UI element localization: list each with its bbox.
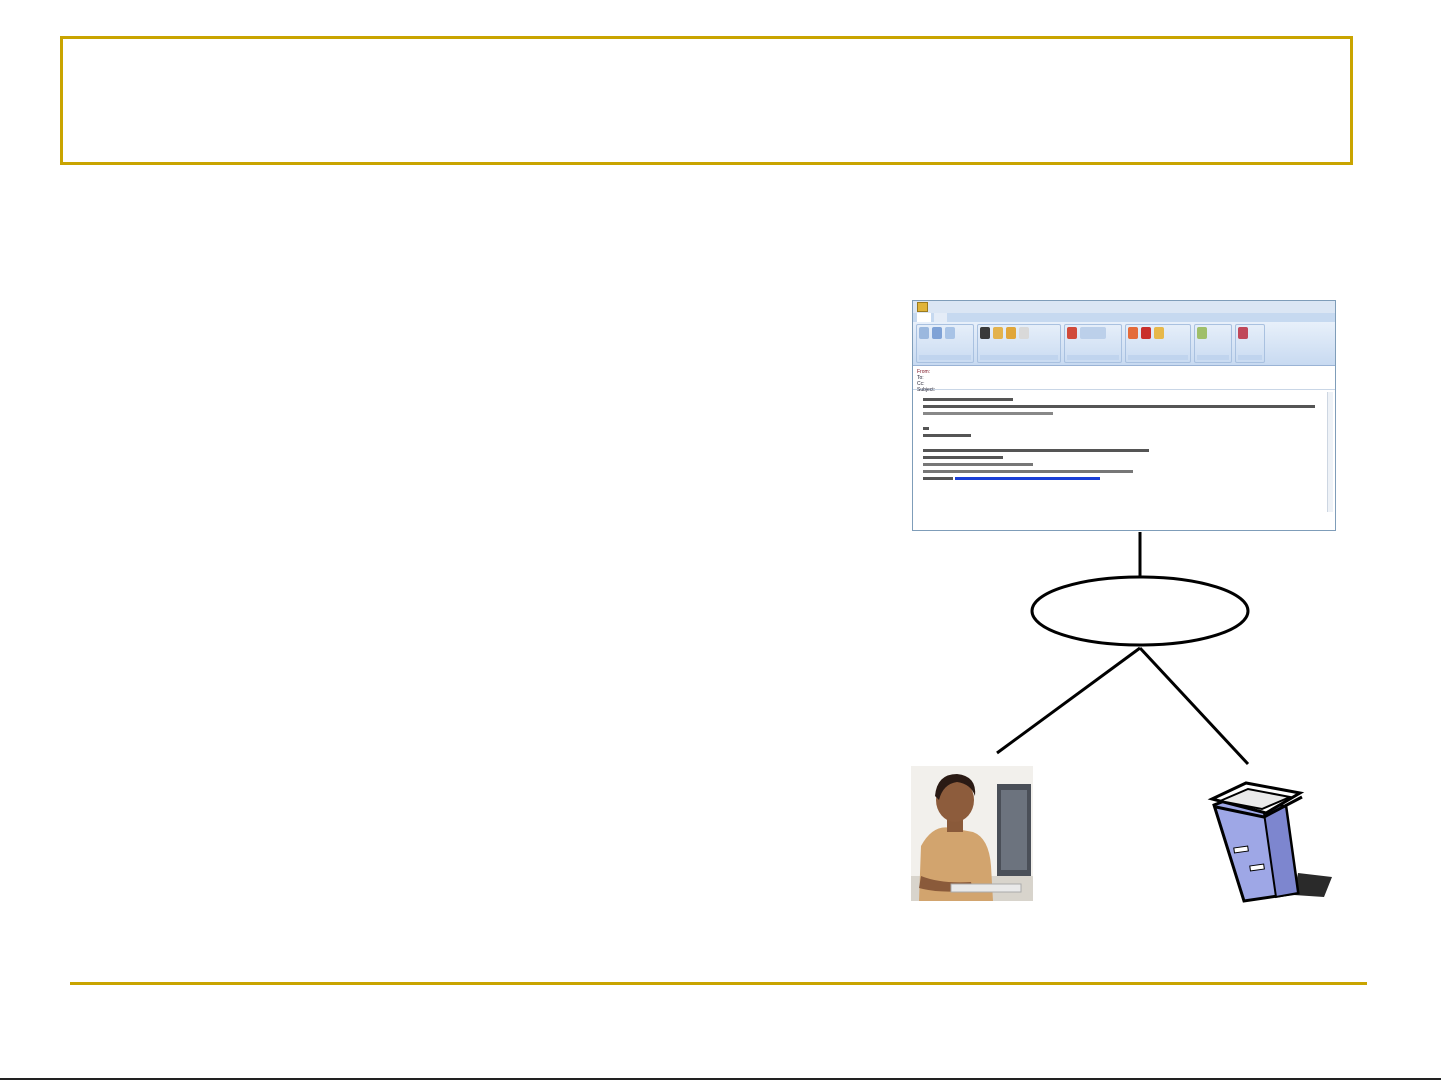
ribbon-group-options: [1125, 324, 1191, 363]
reply-icon[interactable]: [919, 327, 929, 339]
ellipse-to-server-line: [1138, 646, 1250, 766]
ribbon-group-label: [1197, 355, 1229, 360]
create-rule-icon[interactable]: [1006, 327, 1016, 339]
follow-up-icon[interactable]: [1141, 327, 1151, 339]
ribbon-group-label: [980, 355, 1058, 360]
categorize-icon[interactable]: [1128, 327, 1138, 339]
email-window: From: To: Cc: Subject:: [912, 300, 1336, 531]
tab-other[interactable]: [933, 313, 948, 322]
find-icon[interactable]: [1197, 327, 1207, 339]
tab-message[interactable]: [917, 313, 931, 322]
mark-unread-icon[interactable]: [1154, 327, 1164, 339]
server-tower-icon: [1206, 777, 1336, 903]
network-diagram: [996, 532, 1250, 766]
woman-at-computer-icon: [911, 766, 1033, 901]
send-to-onenote-icon[interactable]: [1238, 327, 1248, 339]
footer-rule: [70, 982, 1367, 985]
email-scrollbar[interactable]: [1327, 392, 1333, 512]
ribbon-group-label: [1238, 355, 1262, 360]
outlook-envelope-icon: [917, 302, 928, 312]
ribbon-group-respond: [916, 324, 974, 363]
ribbon-group-label: [1128, 355, 1188, 360]
forward-icon[interactable]: [945, 327, 955, 339]
email-titlebar: [913, 301, 1335, 313]
ribbon-group-label: [919, 355, 971, 360]
ribbon-group-junk: [1064, 324, 1122, 363]
reply-all-icon[interactable]: [932, 327, 942, 339]
ribbon-group-label: [1067, 355, 1119, 360]
body-text-lines: [923, 398, 1315, 480]
ellipse-label: [1032, 577, 1248, 645]
ribbon-group-onenote: [1235, 324, 1265, 363]
slide-bottom-edge: [0, 1078, 1441, 1080]
block-sender-icon[interactable]: [1067, 327, 1077, 339]
ribbon-group-actions: [977, 324, 1061, 363]
email-headers: From: To: Cc: Subject:: [913, 366, 1335, 393]
move-icon[interactable]: [993, 327, 1003, 339]
ribbon: [913, 322, 1335, 366]
delete-icon[interactable]: [980, 327, 990, 339]
ellipse-to-client-line: [996, 646, 1141, 755]
email-body: [913, 390, 1335, 518]
junk-options-icon[interactable]: [1080, 327, 1106, 339]
ribbon-tabs: [913, 313, 1335, 322]
ribbon-group-find: [1194, 324, 1232, 363]
other-actions-icon[interactable]: [1019, 327, 1029, 339]
